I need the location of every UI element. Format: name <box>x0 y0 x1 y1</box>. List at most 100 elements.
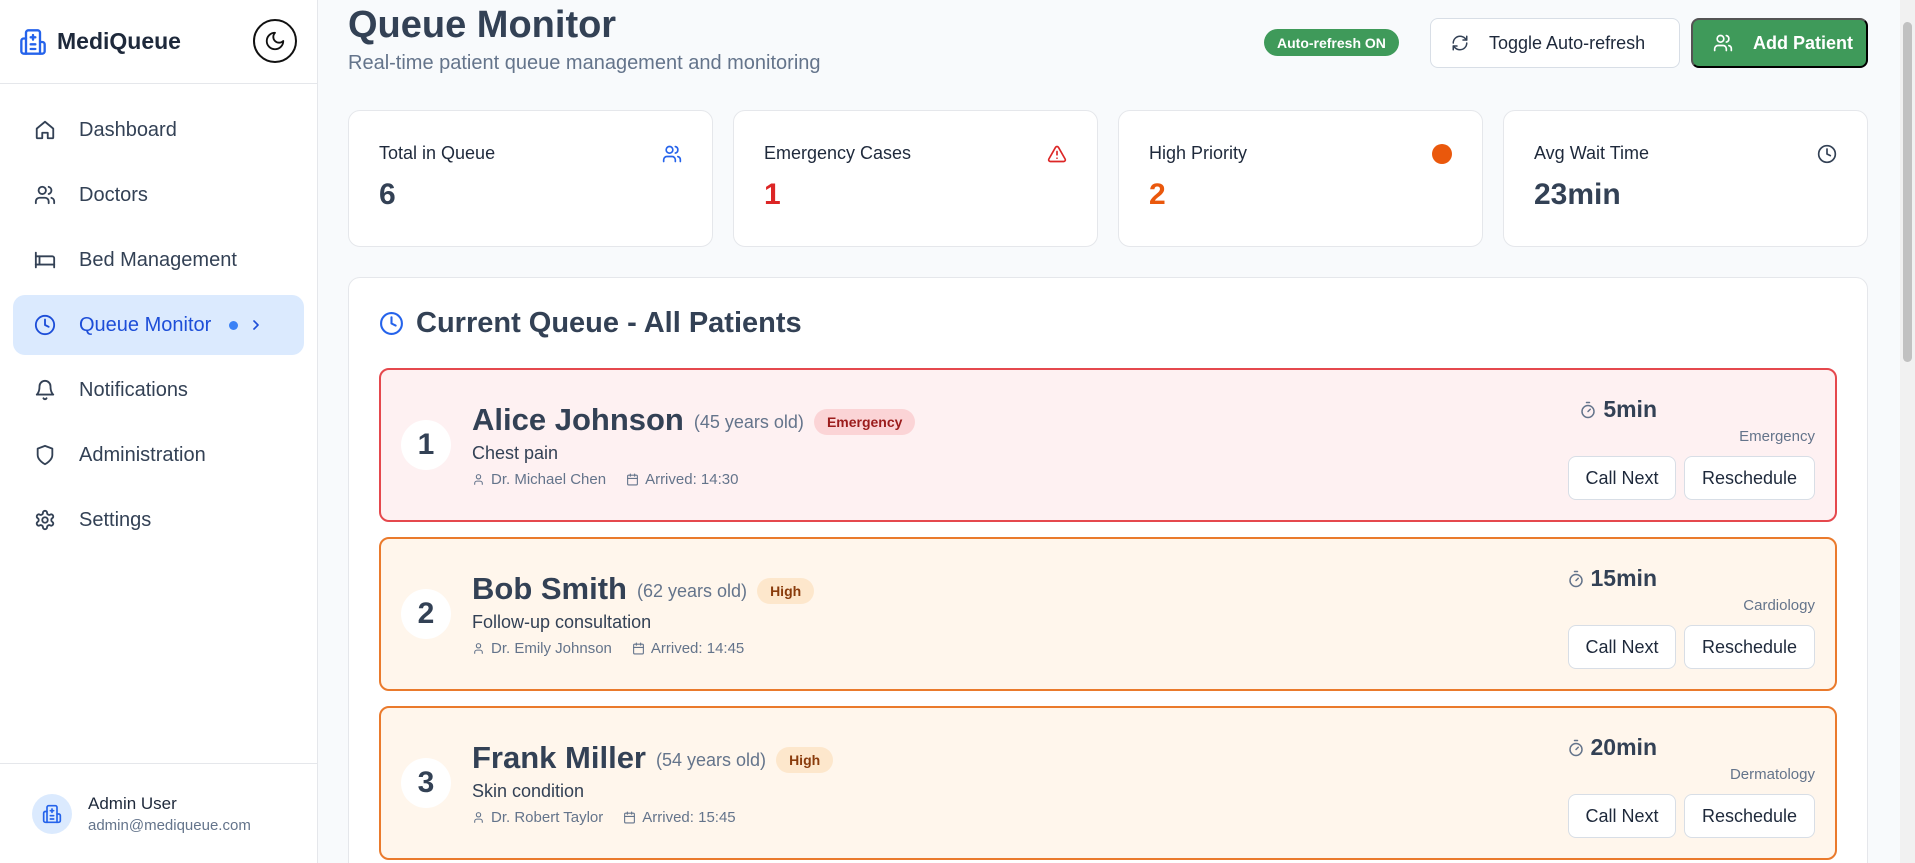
queue-position: 2 <box>401 589 451 639</box>
sidebar-item-queue-monitor[interactable]: Queue Monitor <box>13 295 304 355</box>
sidebar-item-label: Queue Monitor <box>79 313 212 336</box>
stat-value: 6 <box>379 178 396 211</box>
user-profile[interactable]: Admin User admin@mediqueue.com <box>0 763 317 863</box>
arrival-time: Arrived: 14:45 <box>650 640 745 657</box>
call-next-button[interactable]: Call Next <box>1568 456 1676 500</box>
priority-badge: High <box>757 577 815 604</box>
wait-time: 15min <box>1567 565 1657 592</box>
patient-age: (62 years old) <box>637 580 748 601</box>
sidebar-item-label: Bed Management <box>79 248 237 271</box>
app-name: MediQueue <box>57 28 181 54</box>
timer-icon <box>1567 570 1585 588</box>
users-icon <box>1713 33 1733 53</box>
toggle-auto-refresh-button[interactable]: Toggle Auto-refresh <box>1430 18 1680 68</box>
home-icon <box>32 117 58 143</box>
call-next-button[interactable]: Call Next <box>1568 625 1676 669</box>
orange-dot-icon <box>1432 144 1452 164</box>
auto-refresh-badge: Auto-refresh ON <box>1264 29 1399 56</box>
wait-time: 5min <box>1579 396 1657 423</box>
shield-icon <box>32 442 58 468</box>
patient-name-row: Frank Miller (54 years old) High <box>472 740 834 776</box>
patient-card: 1 Alice Johnson (45 years old) Emergency… <box>379 368 1837 522</box>
sidebar-item-label: Dashboard <box>79 118 177 141</box>
arrival-time: Arrived: 14:30 <box>645 471 739 488</box>
user-info: Admin User admin@mediqueue.com <box>88 794 251 834</box>
sidebar-item-administration[interactable]: Administration <box>13 425 304 485</box>
queue-position: 1 <box>401 420 451 470</box>
user-icon <box>472 642 485 655</box>
sidebar-header: MediQueue <box>0 0 317 84</box>
patient-name: Bob Smith <box>472 571 627 606</box>
page-scrollbar[interactable] <box>1900 0 1915 863</box>
patient-name-row: Alice Johnson (45 years old) Emergency <box>472 402 916 438</box>
add-patient-button[interactable]: Add Patient <box>1691 18 1868 68</box>
clock-icon <box>1817 144 1837 164</box>
alert-triangle-icon <box>1047 144 1067 164</box>
user-icon <box>472 811 485 824</box>
queue-header: Current Queue - All Patients <box>379 278 1837 368</box>
patient-name-row: Bob Smith (62 years old) High <box>472 571 815 607</box>
avatar <box>32 793 72 834</box>
gear-icon <box>32 507 58 533</box>
wait-time-value: 20min <box>1590 734 1657 760</box>
stat-card-emergency: Emergency Cases 1 <box>733 110 1098 247</box>
sidebar-item-label: Notifications <box>79 378 188 401</box>
scrollbar-thumb[interactable] <box>1903 22 1912 362</box>
sidebar-item-settings[interactable]: Settings <box>13 490 304 550</box>
sidebar-item-label: Doctors <box>79 183 148 206</box>
clock-icon <box>379 311 404 336</box>
hospital-logo-icon <box>18 27 48 57</box>
patient-meta: Dr. Michael Chen Arrived: 14:30 <box>472 471 738 488</box>
stats-row: Total in Queue 6 Emergency Cases 1 High … <box>348 110 1868 247</box>
arrival-time: Arrived: 15:45 <box>642 809 736 826</box>
patient-name: Alice Johnson <box>472 402 684 437</box>
bell-icon <box>32 377 58 403</box>
users-icon <box>662 144 682 164</box>
department: Cardiology <box>1743 597 1815 614</box>
wait-time-value: 15min <box>1590 565 1657 591</box>
stat-label: High Priority <box>1149 143 1248 163</box>
timer-icon <box>1567 739 1585 757</box>
visit-reason: Skin condition <box>472 781 585 801</box>
stat-label: Avg Wait Time <box>1534 143 1650 163</box>
sidebar-item-dashboard[interactable]: Dashboard <box>13 100 304 160</box>
theme-toggle-button[interactable] <box>253 19 297 63</box>
patient-card: 2 Bob Smith (62 years old) High Follow-u… <box>379 537 1837 691</box>
reschedule-button[interactable]: Reschedule <box>1684 456 1815 500</box>
priority-badge: High <box>776 746 834 773</box>
stat-value: 23min <box>1534 178 1621 211</box>
user-icon <box>472 473 485 486</box>
calendar-icon <box>623 811 636 824</box>
patient-meta: Dr. Robert Taylor Arrived: 15:45 <box>472 809 736 826</box>
queue-title: Current Queue - All Patients <box>416 306 802 339</box>
sidebar-item-bed-management[interactable]: Bed Management <box>13 230 304 290</box>
page-title: Queue Monitor <box>348 4 617 46</box>
add-patient-label: Add Patient <box>1753 32 1854 53</box>
priority-badge: Emergency <box>813 408 916 435</box>
doctor-name: Dr. Robert Taylor <box>491 809 604 826</box>
visit-reason: Follow-up consultation <box>472 612 652 632</box>
stat-label: Total in Queue <box>379 143 496 163</box>
stat-card-high-priority: High Priority 2 <box>1118 110 1483 247</box>
queue-panel: Current Queue - All Patients 1 Alice Joh… <box>348 277 1868 863</box>
department: Dermatology <box>1729 766 1815 783</box>
sidebar-item-doctors[interactable]: Doctors <box>13 165 304 225</box>
calendar-icon <box>626 473 639 486</box>
stat-card-total: Total in Queue 6 <box>348 110 713 247</box>
patient-age: (45 years old) <box>693 411 804 432</box>
toggle-auto-refresh-label: Toggle Auto-refresh <box>1489 32 1646 53</box>
chevron-right-icon <box>248 317 264 333</box>
reschedule-button[interactable]: Reschedule <box>1684 794 1815 838</box>
sidebar: MediQueue Dashboard Doctors Bed Manageme… <box>0 0 318 863</box>
bed-icon <box>32 247 58 273</box>
sidebar-item-label: Administration <box>79 443 206 466</box>
stat-value: 2 <box>1149 178 1166 211</box>
patient-card: 3 Frank Miller (54 years old) High Skin … <box>379 706 1837 860</box>
user-name: Admin User <box>88 793 177 813</box>
doctor-name: Dr. Michael Chen <box>491 471 607 488</box>
call-next-button[interactable]: Call Next <box>1568 794 1676 838</box>
timer-icon <box>1579 401 1597 419</box>
reschedule-button[interactable]: Reschedule <box>1684 625 1815 669</box>
sidebar-item-notifications[interactable]: Notifications <box>13 360 304 420</box>
users-icon <box>32 182 58 208</box>
